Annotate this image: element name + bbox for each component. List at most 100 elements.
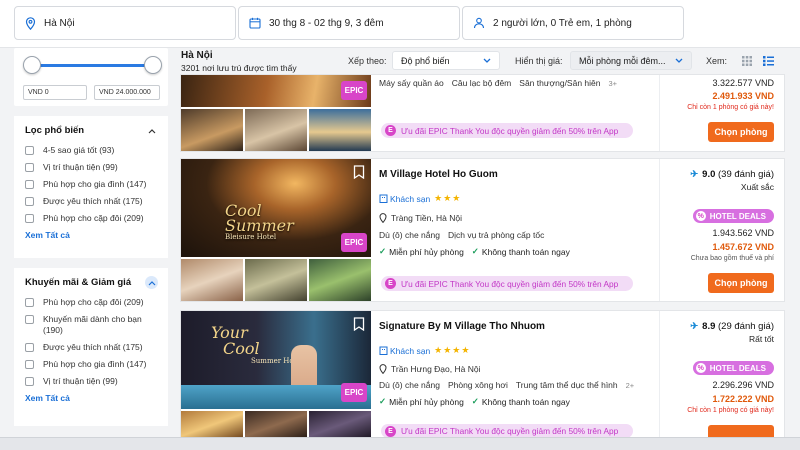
deal-icon: % bbox=[695, 363, 706, 373]
choose-room-button[interactable]: Chọn phòng bbox=[708, 122, 774, 142]
checkbox[interactable] bbox=[25, 377, 34, 386]
show-price-dropdown[interactable]: Mỗi phòng mỗi đêm... bbox=[570, 51, 692, 70]
promo-text: Ưu đãi EPIC Thank You độc quyền giảm đến… bbox=[401, 125, 619, 136]
card-divider bbox=[659, 159, 660, 301]
chevron-up-icon[interactable] bbox=[145, 276, 158, 289]
perk-list: ✓ Miễn phí hủy phòng ✓ Không thanh toán ng… bbox=[379, 246, 570, 257]
hotel-name[interactable]: M Village Hotel Ho Guom bbox=[379, 169, 498, 180]
hotel-type-row: Khách sạn ★★★★ bbox=[379, 345, 470, 356]
checkbox[interactable] bbox=[25, 315, 34, 324]
view-label: Xem: bbox=[706, 56, 728, 66]
chevron-up-icon[interactable] bbox=[145, 124, 158, 137]
hotel-deals-badge: % HOTEL DEALS bbox=[692, 361, 774, 375]
price-slider-min-handle[interactable] bbox=[23, 56, 41, 74]
show-price-value: Mỗi phòng mỗi đêm... bbox=[579, 55, 666, 66]
popular-filter-header[interactable]: Lọc phổ biến bbox=[25, 124, 158, 137]
checkbox[interactable] bbox=[25, 343, 34, 352]
option-label: Phù hợp cho cặp đôi (209) bbox=[43, 297, 144, 307]
epic-promo-banner[interactable]: E Ưu đãi EPIC Thank You độc quyền giảm đ… bbox=[381, 276, 633, 291]
checkbox[interactable] bbox=[25, 360, 34, 369]
popular-filter-option[interactable]: 4-5 sao giá tốt (93) bbox=[25, 145, 158, 156]
promo-filter-option[interactable]: Vị trí thuận tiện (99) bbox=[25, 376, 158, 387]
hotel-card[interactable]: Cool Summer Bleisure Hotel EPIC M Villag… bbox=[180, 158, 785, 302]
price-min-input[interactable]: VND 0 bbox=[23, 85, 87, 100]
promo-filter-option[interactable]: Phù hợp cho cặp đôi (209) bbox=[25, 297, 158, 308]
option-label: 4-5 sao giá tốt (93) bbox=[43, 145, 115, 155]
rating-word: Rất tốt bbox=[748, 334, 774, 344]
epic-badge: EPIC bbox=[341, 383, 367, 402]
hotel-type-label: Khách sạn bbox=[390, 345, 431, 356]
bookmark-icon[interactable] bbox=[353, 317, 365, 331]
amenity-more[interactable]: 2+ bbox=[626, 381, 635, 390]
amenity-more[interactable]: 3+ bbox=[609, 79, 618, 88]
checkbox[interactable] bbox=[25, 146, 34, 155]
photo-text-line: Summer Hotel bbox=[251, 357, 303, 365]
promo-filter-header[interactable]: Khuyến mãi & Giảm giá bbox=[25, 276, 158, 289]
list-view-icon[interactable] bbox=[761, 54, 775, 68]
location-pin-icon bbox=[379, 213, 387, 223]
hotel-thumbnail[interactable] bbox=[309, 259, 371, 301]
hotel-thumbnail[interactable] bbox=[245, 109, 307, 151]
deal-badge-label: HOTEL DEALS bbox=[709, 211, 766, 221]
guests-field[interactable]: 2 người lớn, 0 Trẻ em, 1 phòng bbox=[462, 6, 684, 40]
photo-overlay-text: Cool Summer Bleisure Hotel bbox=[225, 203, 294, 242]
rating-word: Xuất sắc bbox=[740, 182, 774, 192]
promo-filter-option[interactable]: Được yêu thích nhất (175) bbox=[25, 342, 158, 353]
amenity: Máy sấy quần áo bbox=[379, 78, 444, 88]
popular-filter-option[interactable]: Phù hợp cho gia đình (147) bbox=[25, 179, 158, 190]
promo-see-all-link[interactable]: Xem Tất cả bbox=[25, 393, 158, 403]
hotel-thumbnail[interactable] bbox=[245, 259, 307, 301]
discounted-price: 2.491.933 VND bbox=[712, 91, 774, 101]
photo-overlay-text: Your Cool Summer Hotel bbox=[211, 325, 303, 366]
review-score[interactable]: ✈ 8.9 (29 đánh giá) Rất tốt bbox=[690, 321, 774, 344]
epic-promo-banner[interactable]: E Ưu đãi EPIC Thank You độc quyền giảm đ… bbox=[381, 424, 633, 438]
price-max-input[interactable]: VND 24.000.000 bbox=[94, 85, 160, 100]
hotel-card[interactable]: EPIC Máy sấy quần áo Câu lạc bộ đêm Sân th… bbox=[180, 74, 785, 152]
amenity: Phòng xông hơi bbox=[447, 380, 508, 390]
location-field[interactable]: Hà Nội bbox=[14, 6, 236, 40]
results-location: Hà Nội bbox=[181, 50, 213, 61]
review-score[interactable]: ✈ 9.0 (39 đánh giá) Xuất sắc bbox=[690, 169, 774, 192]
popular-filter-option[interactable]: Vị trí thuận tiện (99) bbox=[25, 162, 158, 173]
price-slider-max-handle[interactable] bbox=[144, 56, 162, 74]
choose-room-button[interactable]: Chọn phòng bbox=[708, 273, 774, 293]
hotel-thumbnail[interactable] bbox=[181, 109, 243, 151]
checkbox[interactable] bbox=[25, 214, 34, 223]
option-label: Được yêu thích nhất (175) bbox=[43, 196, 143, 206]
popular-see-all-link[interactable]: Xem Tất cả bbox=[25, 230, 158, 240]
promo-filter-option[interactable]: Khuyến mãi dành cho bạn (190) bbox=[25, 314, 158, 336]
epic-promo-banner[interactable]: E Ưu đãi EPIC Thank You độc quyền giảm đ… bbox=[381, 123, 633, 138]
checkbox[interactable] bbox=[25, 298, 34, 307]
discounted-price: 1.457.672 VND bbox=[712, 242, 774, 252]
address-text: Tràng Tiền, Hà Nội bbox=[391, 213, 463, 223]
score-value: 9.0 bbox=[702, 169, 716, 180]
amenity: Sân thượng/Sân hiên bbox=[519, 78, 601, 88]
hotel-thumbnail[interactable] bbox=[309, 411, 371, 439]
hotel-thumbnail[interactable] bbox=[245, 411, 307, 439]
bookmark-icon[interactable] bbox=[353, 165, 365, 179]
perk-label: Miễn phí hủy phòng bbox=[389, 246, 464, 257]
popular-filter-option[interactable]: Phù hợp cho cặp đôi (209) bbox=[25, 213, 158, 224]
hotel-thumbnail[interactable] bbox=[181, 411, 243, 439]
checkbox[interactable] bbox=[25, 180, 34, 189]
hotel-name[interactable]: Signature By M Village Tho Nhuom bbox=[379, 321, 545, 332]
hotel-deals-badge: % HOTEL DEALS bbox=[692, 209, 774, 223]
hotel-thumbnail[interactable] bbox=[309, 109, 371, 151]
hotel-address[interactable]: Trần Hưng Đạo, Hà Nội bbox=[379, 364, 480, 374]
popular-filter-option[interactable]: Được yêu thích nhất (175) bbox=[25, 196, 158, 207]
promo-filter-option[interactable]: Phù hợp cho gia đình (147) bbox=[25, 359, 158, 370]
promo-text: Ưu đãi EPIC Thank You độc quyền giảm đến… bbox=[401, 278, 619, 289]
hotel-card[interactable]: Your Cool Summer Hotel EPIC Signature By… bbox=[180, 310, 785, 439]
epic-logo-icon: E bbox=[385, 278, 396, 289]
date-field[interactable]: 30 thg 8 - 02 thg 9, 3 đêm bbox=[238, 6, 460, 40]
hotel-address[interactable]: Tràng Tiền, Hà Nội bbox=[379, 213, 462, 223]
option-label: Vị trí thuận tiện (99) bbox=[43, 162, 118, 172]
hotel-thumbnail[interactable] bbox=[181, 259, 243, 301]
perk-item: ✓ Không thanh toán ngay bbox=[472, 396, 570, 407]
sort-dropdown[interactable]: Độ phổ biến bbox=[392, 51, 500, 70]
hotel-thumbnails bbox=[181, 109, 371, 151]
promo-text: Ưu đãi EPIC Thank You độc quyền giảm đến… bbox=[401, 426, 619, 436]
grid-view-icon[interactable] bbox=[740, 54, 754, 68]
checkbox[interactable] bbox=[25, 197, 34, 206]
checkbox[interactable] bbox=[25, 163, 34, 172]
